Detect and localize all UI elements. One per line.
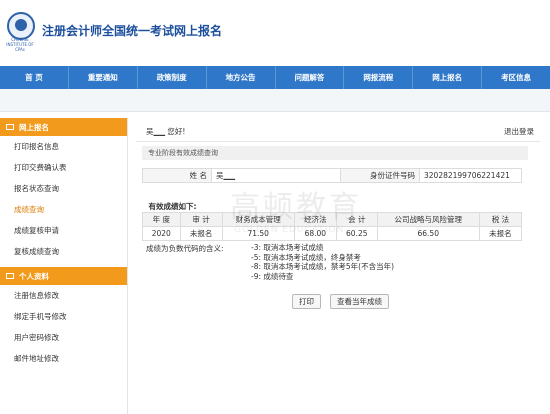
sidebar-item-print-payment[interactable]: 打印交费确认表	[0, 157, 127, 178]
sub-bar	[0, 89, 550, 112]
table-row: 2020 未报名 71.50 68.00 60.25 66.50 未报名	[142, 226, 523, 241]
nav-local-announcements[interactable]: 地方公告	[207, 66, 276, 89]
sidebar-item-edit-registration[interactable]: 注册信息修改	[0, 285, 127, 306]
nav-exam-area-info[interactable]: 考区信息	[482, 66, 550, 89]
score-table: 有效成绩如下: 年 度 审 计 财务成本管理 经济法 会 计 公司战略与风险管理…	[142, 200, 523, 241]
sidebar-item-score-query[interactable]: 成绩查询	[0, 199, 127, 220]
table-cell: 2020	[142, 226, 181, 241]
main-content: 吴▁▁ 您好! 退出登录 专业阶段有效成绩查询 姓 名 吴▁▁ 身份证件号码 3…	[136, 118, 540, 414]
legend-label: 成绩为负数代码的含义:	[146, 244, 224, 253]
column-header: 经济法	[293, 212, 337, 227]
sidebar-header-profile: 个人资料	[0, 267, 127, 285]
sidebar-item-review-query[interactable]: 复核成绩查询	[0, 241, 127, 262]
name-label: 姓 名	[142, 168, 212, 183]
sidebar-header-label: 网上报名	[19, 122, 49, 132]
sidebar-item-print-registration[interactable]: 打印报名信息	[0, 136, 127, 157]
section-title: 专业阶段有效成绩查询	[142, 146, 528, 160]
nav-online-registration[interactable]: 网上报名	[413, 66, 483, 89]
logout-link[interactable]: 退出登录	[504, 126, 534, 137]
candidate-info-table: 姓 名 吴▁▁ 身份证件号码 320282199706221421	[142, 168, 522, 183]
sidebar-item-review-apply[interactable]: 成绩复核申请	[0, 220, 127, 241]
sidebar-item-edit-phone[interactable]: 绑定手机号修改	[0, 306, 127, 327]
nav-faq[interactable]: 问题解答	[276, 66, 345, 89]
legend-item: -8: 取消本场考试成绩，禁考5年(不含当年)	[251, 262, 395, 271]
score-caption: 有效成绩如下:	[148, 201, 197, 211]
view-current-year-button[interactable]: 查看当年成绩	[330, 294, 389, 309]
user-icon	[6, 273, 14, 279]
nav-policy[interactable]: 政策制度	[138, 66, 207, 89]
legend-item: -3: 取消本场考试成绩	[251, 243, 324, 252]
legend-item: -5: 取消本场考试成绩，终身禁考	[251, 252, 361, 262]
table-cell: 未报名	[179, 226, 223, 241]
column-header: 税 法	[478, 212, 523, 227]
divider	[136, 141, 540, 142]
nav-home[interactable]: 首 页	[0, 66, 69, 89]
table-cell: 68.00	[293, 226, 337, 241]
score-header-row: 年 度 审 计 财务成本管理 经济法 会 计 公司战略与风险管理 税 法	[142, 212, 523, 227]
sidebar: 网上报名 打印报名信息 打印交费确认表 报名状态查询 成绩查询 成绩复核申请 复…	[0, 118, 128, 414]
header: CHINESE INSTITUTE OF CPAs 注册会计师全国统一考试网上报…	[0, 0, 550, 66]
cicpa-logo	[7, 12, 35, 40]
legend-list: -3: 取消本场考试成绩 -5: 取消本场考试成绩，终身禁考 -8: 取消本场考…	[251, 243, 394, 281]
table-cell: 71.50	[221, 226, 295, 241]
column-header: 公司战略与风险管理	[376, 212, 480, 227]
table-cell: 60.25	[335, 226, 378, 241]
table-cell: 66.50	[376, 226, 480, 241]
id-value: 320282199706221421	[419, 168, 522, 183]
sidebar-item-status-query[interactable]: 报名状态查询	[0, 178, 127, 199]
column-header: 会 计	[335, 212, 378, 227]
sidebar-header-registration: 网上报名	[0, 118, 127, 136]
site-title: 注册会计师全国统一考试网上报名	[42, 24, 223, 38]
print-button[interactable]: 打印	[292, 294, 321, 309]
name-value: 吴▁▁	[211, 168, 341, 183]
main-nav: 首 页 重要通知 政策制度 地方公告 问题解答 网报流程 网上报名 考区信息	[0, 66, 550, 89]
logo-text: CHINESE INSTITUTE OF CPAs	[6, 37, 34, 52]
id-label: 身份证件号码	[340, 168, 420, 183]
legend-item: -9: 成绩待查	[251, 271, 294, 281]
sidebar-item-edit-email[interactable]: 邮件地址修改	[0, 348, 127, 369]
nav-notices[interactable]: 重要通知	[69, 66, 138, 89]
sidebar-item-edit-password[interactable]: 用户密码修改	[0, 327, 127, 348]
column-header: 财务成本管理	[221, 212, 295, 227]
sidebar-header-label: 个人资料	[19, 271, 49, 281]
monitor-icon	[6, 124, 14, 130]
table-cell: 未报名	[478, 226, 523, 241]
column-header: 年 度	[142, 212, 181, 227]
column-header: 审 计	[179, 212, 223, 227]
nav-process[interactable]: 网报流程	[344, 66, 414, 89]
greeting: 吴▁▁ 您好!	[146, 127, 186, 136]
